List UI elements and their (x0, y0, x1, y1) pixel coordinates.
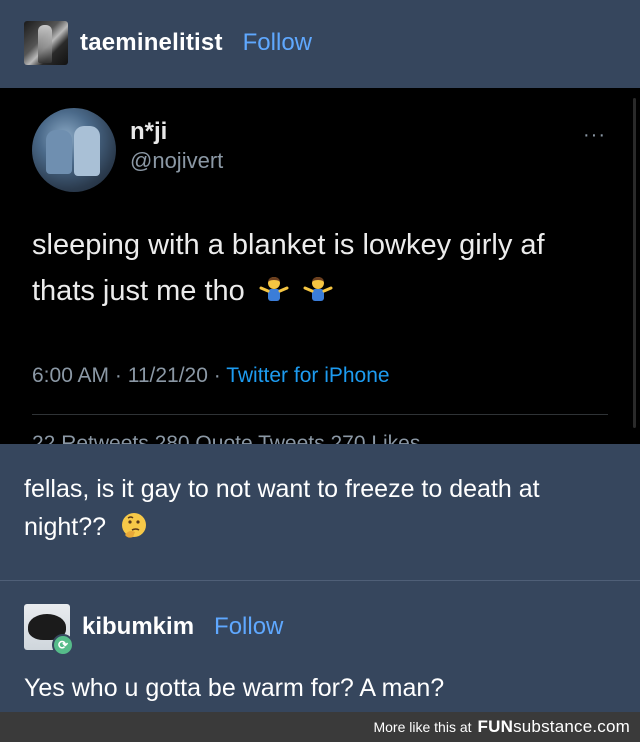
footer-text: More like this at (373, 719, 472, 735)
more-options-icon: ··· (583, 124, 606, 146)
avatar[interactable] (24, 21, 68, 65)
tweet-display-name: n*ji (130, 118, 168, 145)
tweet-timestamp: 6:00 AM · 11/21/20 · (32, 364, 227, 387)
caption-text: fellas, is it gay to not want to freeze … (24, 475, 540, 541)
follow-button[interactable]: Follow (243, 29, 312, 57)
man-shrugging-icon (303, 277, 333, 301)
tweet-body: sleeping with a blanket is lowkey girly … (32, 229, 545, 307)
tweet-stats: 22 Retweets 280 Quote Tweets 270 Likes (32, 432, 421, 444)
separator (0, 580, 640, 581)
post-username[interactable]: taeminelitist (80, 29, 223, 57)
tweet-avatar (32, 108, 116, 192)
reblog-username[interactable]: kibumkim (82, 613, 194, 641)
tweet-handle: @nojivert (130, 148, 224, 173)
reblog-follow-button[interactable]: Follow (214, 613, 283, 641)
tweet-source: Twitter for iPhone (226, 364, 390, 387)
thinking-face-icon (121, 513, 146, 538)
reblog-header: ⟳ kibumkim Follow (24, 604, 283, 656)
reblog-icon: ⟳ (52, 634, 74, 656)
post-header: taeminelitist Follow (0, 0, 640, 86)
tweet-meta: 6:00 AM · 11/21/20 · Twitter for iPhone (32, 364, 390, 388)
brand-tld: .com (592, 717, 630, 736)
post-caption: fellas, is it gay to not want to freeze … (24, 470, 614, 546)
divider (32, 414, 608, 415)
brand-light: substance (513, 717, 593, 736)
man-shrugging-icon (259, 277, 289, 301)
reblog-text: Yes who u gotta be warm for? A man? (24, 674, 445, 702)
reblog-avatar[interactable]: ⟳ (24, 604, 74, 656)
footer-brand[interactable]: FUNsubstance.com (478, 717, 630, 737)
tweet-screenshot: n*ji @nojivert ··· sleeping with a blank… (0, 88, 640, 444)
watermark-footer: More like this at FUNsubstance.com (0, 712, 640, 742)
scrollbar (633, 98, 636, 428)
tweet-text: sleeping with a blanket is lowkey girly … (32, 222, 612, 314)
brand-bold: FUN (477, 717, 514, 736)
